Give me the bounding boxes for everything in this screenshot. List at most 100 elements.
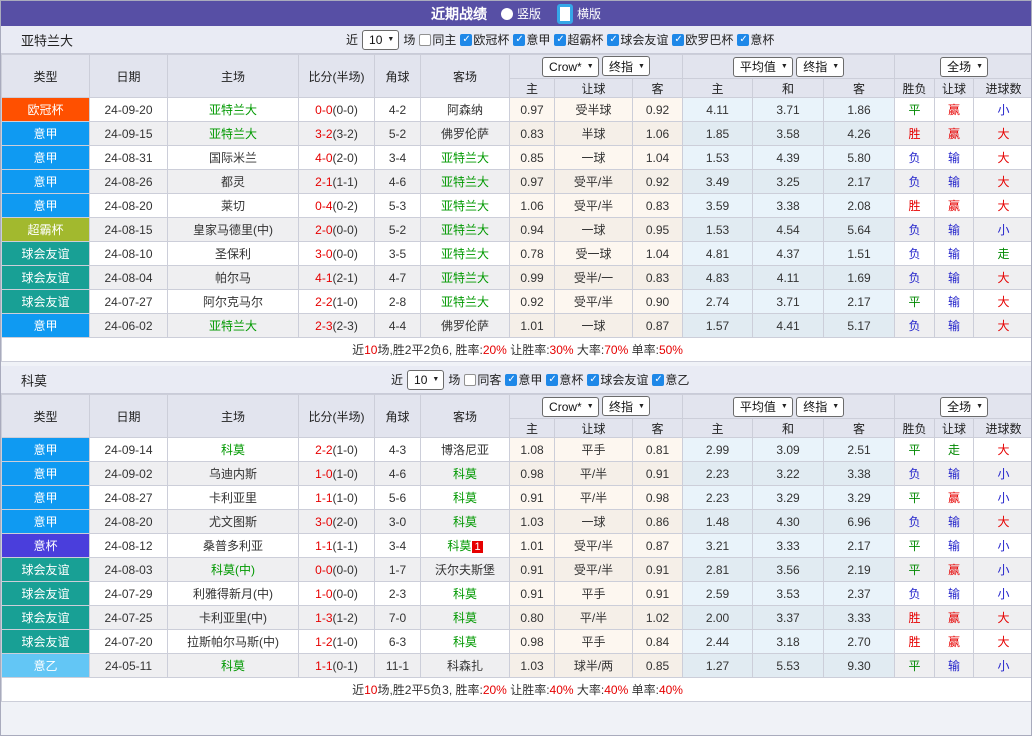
avg-away-odds: 4.26 bbox=[824, 122, 895, 146]
handicap-line: 受半/一 bbox=[555, 266, 633, 290]
result-goals: 走 bbox=[974, 242, 1032, 266]
handicap-home-odds: 1.03 bbox=[510, 510, 555, 534]
avg-draw-odds: 3.25 bbox=[753, 170, 824, 194]
away-team: 亚特兰大 bbox=[421, 242, 510, 266]
away-team: 沃尔夫斯堡 bbox=[421, 558, 510, 582]
chevron-down-icon: ▼ bbox=[638, 403, 645, 410]
league-filter-label: 超霸杯 bbox=[567, 31, 603, 48]
odds-provider-select[interactable]: Crow*▼ bbox=[542, 397, 599, 417]
league-filter[interactable]: 欧冠杯 bbox=[460, 31, 509, 48]
match-date: 24-08-04 bbox=[90, 266, 168, 290]
league-filter-checkbox[interactable] bbox=[672, 34, 684, 46]
home-team-name: 国际米兰 bbox=[209, 151, 257, 165]
league-filter-label: 意甲 bbox=[518, 371, 542, 388]
league-badge: 球会友谊 bbox=[2, 630, 90, 654]
handicap-home-odds: 0.92 bbox=[510, 290, 555, 314]
league-filter-checkbox[interactable] bbox=[652, 374, 664, 386]
league-filter-checkbox[interactable] bbox=[505, 374, 517, 386]
league-filter-checkbox[interactable] bbox=[587, 374, 599, 386]
column-header: 和 bbox=[753, 79, 824, 98]
result-handicap: 赢 bbox=[935, 558, 974, 582]
scope-select[interactable]: 全场 ▼ bbox=[940, 397, 988, 417]
result-winloss: 平 bbox=[895, 654, 935, 678]
avg-away-odds: 2.08 bbox=[824, 194, 895, 218]
column-header: 主 bbox=[683, 419, 753, 438]
league-badge: 意杯 bbox=[2, 534, 90, 558]
same-venue-filter[interactable]: 同客 bbox=[464, 371, 501, 388]
same-venue-filter[interactable]: 同主 bbox=[419, 31, 456, 48]
score: 1-1(1-1) bbox=[299, 534, 375, 558]
result-handicap: 输 bbox=[935, 290, 974, 314]
league-filter[interactable]: 意甲 bbox=[505, 371, 542, 388]
radio-option-vertical[interactable]: 竖版 bbox=[501, 5, 541, 22]
away-team-name: 亚特兰大 bbox=[441, 151, 489, 165]
radio-option-horizontal[interactable]: 横版 bbox=[557, 4, 601, 24]
radio-label-vertical: 竖版 bbox=[517, 5, 541, 22]
odds-time-select[interactable]: 终指▼ bbox=[602, 396, 650, 416]
avg-draw-odds: 3.56 bbox=[753, 558, 824, 582]
league-filter-checkbox[interactable] bbox=[607, 34, 619, 46]
chevron-down-icon: ▼ bbox=[976, 403, 983, 410]
league-filter[interactable]: 意乙 bbox=[652, 371, 689, 388]
league-filter-checkbox[interactable] bbox=[554, 34, 566, 46]
league-filter-checkbox[interactable] bbox=[737, 34, 749, 46]
league-filter[interactable]: 超霸杯 bbox=[554, 31, 603, 48]
avg-time-select[interactable]: 终指▼ bbox=[796, 397, 844, 417]
summary-stat-value: 50% bbox=[659, 343, 683, 357]
home-team: 都灵 bbox=[168, 170, 299, 194]
league-filter-checkbox[interactable] bbox=[546, 374, 558, 386]
avg-time-select-value: 终指 bbox=[803, 58, 827, 75]
league-filter-checkbox[interactable] bbox=[460, 34, 472, 46]
avg-type-select[interactable]: 平均值▼ bbox=[733, 57, 793, 77]
handicap-away-odds: 1.04 bbox=[633, 146, 683, 170]
away-team: 科森扎 bbox=[421, 654, 510, 678]
table-row: 意甲24-08-27卡利亚里1-1(1-0)5-6科莫0.91平/半0.982.… bbox=[2, 486, 1032, 510]
avg-time-select[interactable]: 终指▼ bbox=[796, 57, 844, 77]
match-date: 24-07-25 bbox=[90, 606, 168, 630]
summary-stat-value: 40% bbox=[550, 683, 574, 697]
fulltime-score: 2-2 bbox=[315, 443, 332, 457]
radio-icon-horizontal[interactable] bbox=[557, 4, 573, 24]
league-filter[interactable]: 意杯 bbox=[737, 31, 774, 48]
table-row: 意甲24-08-31国际米兰4-0(2-0)3-4亚特兰大0.85一球1.041… bbox=[2, 146, 1032, 170]
avg-home-odds: 2.99 bbox=[683, 438, 753, 462]
score: 3-0(2-0) bbox=[299, 510, 375, 534]
summary-text: 单率: bbox=[628, 683, 659, 697]
avg-type-select[interactable]: 平均值▼ bbox=[733, 397, 793, 417]
chevron-down-icon: ▼ bbox=[387, 36, 394, 43]
home-team-name: 科莫 bbox=[221, 443, 245, 457]
league-filter[interactable]: 意杯 bbox=[546, 371, 583, 388]
match-date: 24-07-20 bbox=[90, 630, 168, 654]
avg-home-odds: 4.81 bbox=[683, 242, 753, 266]
league-filter[interactable]: 球会友谊 bbox=[607, 31, 668, 48]
column-header: 让球 bbox=[935, 79, 974, 98]
result-winloss: 平 bbox=[895, 486, 935, 510]
same-venue-checkbox[interactable] bbox=[419, 34, 431, 46]
radio-icon-vertical[interactable] bbox=[501, 8, 513, 20]
avg-draw-odds: 4.30 bbox=[753, 510, 824, 534]
odds-time-select[interactable]: 终指▼ bbox=[602, 56, 650, 76]
handicap-home-odds: 1.01 bbox=[510, 534, 555, 558]
score: 1-0(1-0) bbox=[299, 462, 375, 486]
league-filter[interactable]: 球会友谊 bbox=[587, 371, 648, 388]
league-filter-checkbox[interactable] bbox=[513, 34, 525, 46]
result-handicap: 走 bbox=[935, 438, 974, 462]
column-header: 比分(半场) bbox=[299, 55, 375, 98]
home-team-name: 亚特兰大 bbox=[209, 319, 257, 333]
home-team-name: 阿尔克马尔 bbox=[203, 295, 263, 309]
league-filter[interactable]: 欧罗巴杯 bbox=[672, 31, 733, 48]
odds-provider-select[interactable]: Crow*▼ bbox=[542, 57, 599, 77]
avg-home-odds: 1.53 bbox=[683, 218, 753, 242]
recent-count-select[interactable]: 10▼ bbox=[407, 370, 444, 390]
scope-select-value: 全场 bbox=[947, 398, 971, 415]
home-team-name: 科莫 bbox=[221, 659, 245, 673]
scope-select[interactable]: 全场▼ bbox=[940, 57, 988, 77]
avg-home-odds: 2.74 bbox=[683, 290, 753, 314]
recent-count-select[interactable]: 10▼ bbox=[362, 30, 399, 50]
score: 0-0(0-0) bbox=[299, 558, 375, 582]
league-filter[interactable]: 意甲 bbox=[513, 31, 550, 48]
home-team-name: 拉斯帕尔马斯(中) bbox=[187, 635, 279, 649]
corner-count: 5-2 bbox=[375, 218, 421, 242]
same-venue-checkbox[interactable] bbox=[464, 374, 476, 386]
home-team: 卡利亚里 bbox=[168, 486, 299, 510]
